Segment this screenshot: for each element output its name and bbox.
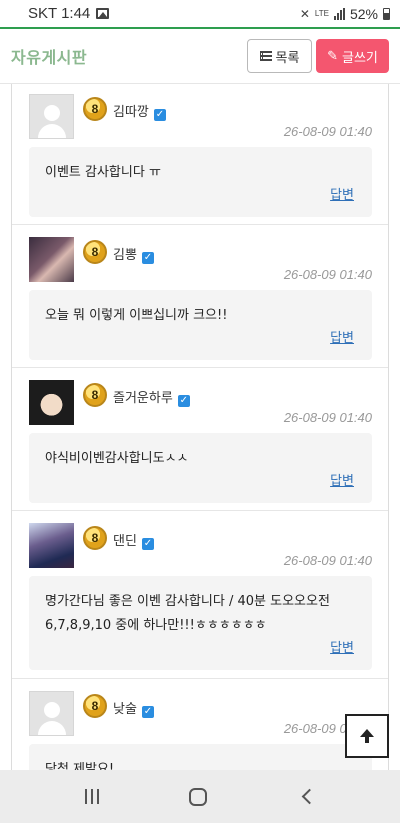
comment-text: 당첨 제발요! xyxy=(45,762,115,770)
write-button-label: 글쓰기 xyxy=(342,50,378,66)
scroll-top-button[interactable] xyxy=(345,714,389,758)
write-button[interactable]: ✎ 글쓰기 xyxy=(316,39,389,73)
comment-text: 이벤트 감사합니다 ㅠ xyxy=(45,165,161,180)
comment-item: 8 즐거운하루 ✓ 26-08-09 01:40 야식비이벤감사합니도ㅅㅅ 답변 xyxy=(29,380,372,503)
level-badge-icon: 8 xyxy=(83,694,107,718)
list-button-label: 목록 xyxy=(275,50,300,66)
app-header: 자유게시판 목록 ✎ 글쓰기 xyxy=(0,29,400,84)
battery-percent: 52% xyxy=(349,5,378,22)
check-square-icon: ✓ xyxy=(141,538,154,550)
default-avatar[interactable] xyxy=(29,94,74,139)
check-square-icon: ✓ xyxy=(141,706,154,718)
user-avatar[interactable] xyxy=(29,380,74,425)
comment-body: 야식비이벤감사합니도ㅅㅅ 답변 xyxy=(29,433,372,503)
comment-body: 당첨 제발요! xyxy=(29,744,372,770)
gallery-icon xyxy=(96,8,110,19)
level-badge-icon: 8 xyxy=(83,240,107,264)
comment-divider xyxy=(12,224,388,225)
comment-author[interactable]: 낮술 ✓ xyxy=(113,698,154,718)
mute-icon: ✕ xyxy=(299,6,310,21)
comment-list: 8 김따깡 ✓ 26-08-09 01:40 이벤트 감사합니다 ㅠ 답변 8 김… xyxy=(11,84,389,770)
recent-apps-icon[interactable] xyxy=(85,789,100,804)
lte-icon: LTE xyxy=(314,8,329,18)
author-name: 댄딘 xyxy=(113,534,137,549)
comment-author[interactable]: 김따깡 ✓ xyxy=(113,101,166,121)
comment-author[interactable]: 댄딘 ✓ xyxy=(113,530,154,550)
comment-text: 명가간다님 좋은 이벤 감사합니다 / 40분 도오오오전 6,7,8,9,10… xyxy=(45,594,330,633)
arrow-up-icon xyxy=(360,729,374,743)
comment-text: 야식비이벤감사합니도ㅅㅅ xyxy=(45,451,189,466)
author-name: 즐거운하루 xyxy=(113,391,173,406)
user-avatar[interactable] xyxy=(29,237,74,282)
comment-body: 명가간다님 좋은 이벤 감사합니다 / 40분 도오오오전 6,7,8,9,10… xyxy=(29,576,372,670)
pencil-icon: ✎ xyxy=(327,48,338,64)
author-name: 김따깡 xyxy=(113,105,149,120)
comment-divider xyxy=(12,367,388,368)
reply-link[interactable]: 답변 xyxy=(330,637,354,656)
comment-timestamp: 26-08-09 01:40 xyxy=(283,124,372,139)
check-square-icon: ✓ xyxy=(177,395,190,407)
reply-link[interactable]: 답변 xyxy=(330,184,354,203)
author-name: 김뽕 xyxy=(113,248,137,263)
signal-icon xyxy=(333,7,345,20)
status-bar: SKT 1:44 ✕ LTE 52% xyxy=(0,0,400,27)
reply-link[interactable]: 답변 xyxy=(330,470,354,489)
comment-item: 8 김뽕 ✓ 26-08-09 01:40 오늘 뭐 이렇게 이쁘십니까 크으!!… xyxy=(29,237,372,360)
comment-item: 8 댄딘 ✓ 26-08-09 01:40 명가간다님 좋은 이벤 감사합니다 /… xyxy=(29,523,372,670)
level-badge-icon: 8 xyxy=(83,383,107,407)
comment-divider xyxy=(12,678,388,679)
list-button[interactable]: 목록 xyxy=(247,39,312,73)
level-badge-icon: 8 xyxy=(83,526,107,550)
check-square-icon: ✓ xyxy=(141,252,154,264)
check-square-icon: ✓ xyxy=(153,109,166,121)
comment-timestamp: 26-08-09 01:40 xyxy=(283,553,372,568)
carrier-time: SKT 1:44 xyxy=(28,5,91,22)
list-icon xyxy=(259,51,272,61)
comment-item: 8 김따깡 ✓ 26-08-09 01:40 이벤트 감사합니다 ㅠ 답변 xyxy=(29,94,372,217)
default-avatar[interactable] xyxy=(29,691,74,736)
comment-text: 오늘 뭐 이렇게 이쁘십니까 크으!! xyxy=(45,308,228,323)
comment-divider xyxy=(12,510,388,511)
comment-author[interactable]: 즐거운하루 ✓ xyxy=(113,387,190,407)
back-icon[interactable] xyxy=(301,788,318,805)
comment-timestamp: 26-08-09 01:40 xyxy=(283,267,372,282)
level-badge-icon: 8 xyxy=(83,97,107,121)
home-icon[interactable] xyxy=(189,787,208,806)
page-title: 자유게시판 xyxy=(11,48,88,67)
comment-body: 오늘 뭐 이렇게 이쁘십니까 크으!! 답변 xyxy=(29,290,372,360)
system-nav-bar xyxy=(0,770,400,823)
battery-icon xyxy=(383,7,390,20)
header-actions: 목록 ✎ 글쓰기 xyxy=(247,39,389,73)
author-name: 낮술 xyxy=(113,702,137,717)
user-avatar[interactable] xyxy=(29,523,74,568)
comment-body: 이벤트 감사합니다 ㅠ 답변 xyxy=(29,147,372,217)
comment-item: 8 낮술 ✓ 26-08-09 01:40 당첨 제발요! xyxy=(29,691,372,770)
comment-author[interactable]: 김뽕 ✓ xyxy=(113,244,154,264)
comment-timestamp: 26-08-09 01:40 xyxy=(283,410,372,425)
reply-link[interactable]: 답변 xyxy=(330,327,354,346)
